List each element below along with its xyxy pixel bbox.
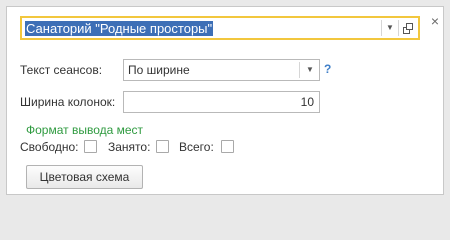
help-icon[interactable]: ? <box>324 62 331 76</box>
dialog-panel: × Санаторий "Родные просторы" ▼ Текст се… <box>6 6 444 195</box>
color-scheme-button[interactable]: Цветовая схема <box>26 165 143 189</box>
title-field[interactable]: Санаторий "Родные просторы" ▼ <box>20 16 420 40</box>
total-checkbox[interactable] <box>221 140 234 153</box>
busy-label: Занято: <box>108 140 151 154</box>
title-field-value[interactable]: Санаторий "Родные просторы" <box>25 21 214 36</box>
sessions-text-value: По ширине <box>128 63 190 77</box>
sessions-text-separator <box>299 62 300 78</box>
free-label: Свободно: <box>20 140 79 154</box>
column-width-input[interactable]: 10 <box>123 91 320 113</box>
free-checkbox[interactable] <box>84 140 97 153</box>
chevron-down-icon[interactable]: ▼ <box>382 18 398 38</box>
close-icon[interactable]: × <box>428 14 442 28</box>
sessions-text-select[interactable]: По ширине ▼ <box>123 59 320 81</box>
column-width-label: Ширина колонок: <box>20 95 116 109</box>
sessions-text-label: Текст сеансов: <box>20 63 103 77</box>
busy-checkbox[interactable] <box>156 140 169 153</box>
seats-format-title: Формат вывода мест <box>26 123 144 137</box>
chevron-down-icon[interactable]: ▼ <box>301 60 319 80</box>
open-window-icon[interactable] <box>399 18 417 38</box>
total-label: Всего: <box>179 140 214 154</box>
